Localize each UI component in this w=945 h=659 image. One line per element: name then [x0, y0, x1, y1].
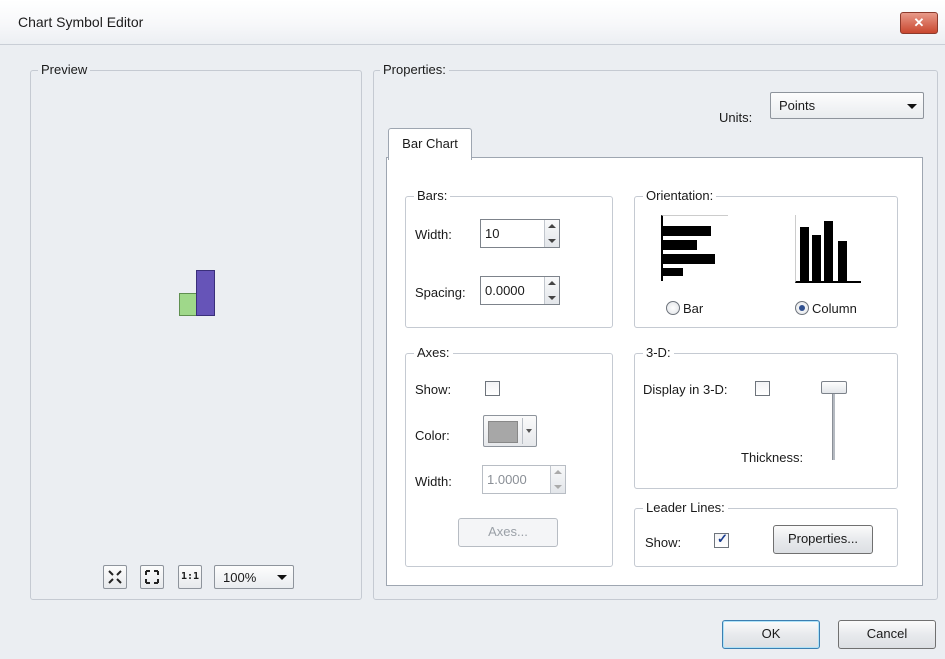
- axes-button-label: Axes...: [488, 524, 528, 539]
- zoom-value: 100%: [223, 570, 257, 585]
- bars-width-label: Width:: [415, 227, 452, 242]
- axes-label: Axes:: [414, 345, 453, 360]
- window-title: Chart Symbol Editor: [18, 14, 144, 30]
- zoom-to-fit-icon: [108, 570, 122, 584]
- bars-spacing-label: Spacing:: [415, 285, 466, 300]
- chevron-down-icon: [526, 429, 532, 433]
- radio-selected-dot: [799, 305, 805, 311]
- full-extent-button[interactable]: [140, 565, 164, 589]
- bar-orientation-icon: [661, 215, 728, 281]
- axes-width-label: Width:: [415, 474, 452, 489]
- ok-button-label: OK: [761, 626, 781, 641]
- three-d-group: [634, 353, 898, 489]
- orientation-column-radio[interactable]: [795, 301, 809, 315]
- thickness-label: Thickness:: [741, 450, 804, 465]
- bars-group: [405, 196, 613, 328]
- orientation-bar-label: Bar: [683, 301, 704, 316]
- title-bar: Chart Symbol Editor ✕: [0, 0, 945, 45]
- leader-properties-button[interactable]: Properties...: [773, 525, 873, 554]
- bars-spacing-value: 0.0000: [485, 283, 525, 298]
- chevron-down-icon: [277, 575, 287, 580]
- units-select[interactable]: Points: [770, 92, 924, 119]
- thickness-slider-thumb[interactable]: [821, 381, 847, 394]
- actual-size-icon: 1:1: [180, 571, 200, 582]
- close-icon: ✕: [913, 15, 925, 30]
- tab-bar-chart[interactable]: Bar Chart: [388, 128, 472, 160]
- spin-up-icon: [548, 281, 556, 285]
- axes-width-spinner[interactable]: [550, 466, 565, 493]
- bars-width-spinner[interactable]: [544, 220, 559, 247]
- cancel-button-label: Cancel: [866, 626, 908, 641]
- bars-spacing-input[interactable]: 0.0000: [480, 276, 560, 305]
- spin-down-icon: [548, 296, 556, 300]
- checkmark-icon: ✓: [717, 531, 728, 546]
- orientation-bar-radio[interactable]: [666, 301, 680, 315]
- spin-down-icon: [554, 485, 562, 489]
- zoom-select[interactable]: 100%: [214, 565, 294, 589]
- zoom-to-fit-button[interactable]: [103, 565, 127, 589]
- axes-show-label: Show:: [415, 382, 452, 397]
- axes-color-picker[interactable]: [483, 415, 537, 447]
- axes-color-label: Color:: [415, 428, 450, 443]
- axes-width-value: 1.0000: [487, 472, 527, 487]
- bars-width-input[interactable]: 10: [480, 219, 560, 248]
- display-3d-checkbox[interactable]: [755, 381, 770, 396]
- close-button[interactable]: ✕: [900, 12, 938, 34]
- actual-size-button[interactable]: 1:1: [178, 565, 202, 589]
- units-label: Units:: [719, 110, 753, 125]
- bars-label: Bars:: [414, 188, 451, 203]
- properties-label: Properties:: [380, 62, 449, 77]
- axes-width-input[interactable]: 1.0000: [482, 465, 566, 494]
- orientation-label: Orientation:: [643, 188, 717, 203]
- leader-properties-button-label: Properties...: [787, 531, 859, 546]
- preview-canvas: [32, 80, 358, 550]
- thickness-slider-track[interactable]: [832, 388, 835, 460]
- spin-up-icon: [554, 470, 562, 474]
- tab-bar-chart-label: Bar Chart: [402, 136, 458, 151]
- leader-lines-label: Leader Lines:: [643, 500, 728, 515]
- preview-label: Preview: [38, 62, 91, 77]
- display-3d-label: Display in 3-D:: [643, 382, 728, 397]
- three-d-label: 3-D:: [643, 345, 674, 360]
- axes-color-swatch: [488, 421, 518, 443]
- orientation-column-label: Column: [812, 301, 857, 316]
- bars-width-value: 10: [485, 226, 500, 241]
- spin-up-icon: [548, 224, 556, 228]
- axes-show-checkbox[interactable]: [485, 381, 500, 396]
- ok-button[interactable]: OK: [722, 620, 820, 649]
- spin-down-icon: [548, 239, 556, 243]
- chevron-down-icon: [907, 103, 917, 109]
- preview-bar-tall: [196, 270, 215, 316]
- units-value: Points: [779, 98, 816, 113]
- cancel-button[interactable]: Cancel: [838, 620, 936, 649]
- column-orientation-icon: [795, 215, 861, 283]
- axes-button[interactable]: Axes...: [458, 518, 558, 547]
- leader-show-checkbox[interactable]: ✓: [714, 531, 729, 548]
- leader-show-label: Show:: [645, 535, 682, 550]
- bars-spacing-spinner[interactable]: [544, 277, 559, 304]
- full-extent-icon: [145, 570, 159, 584]
